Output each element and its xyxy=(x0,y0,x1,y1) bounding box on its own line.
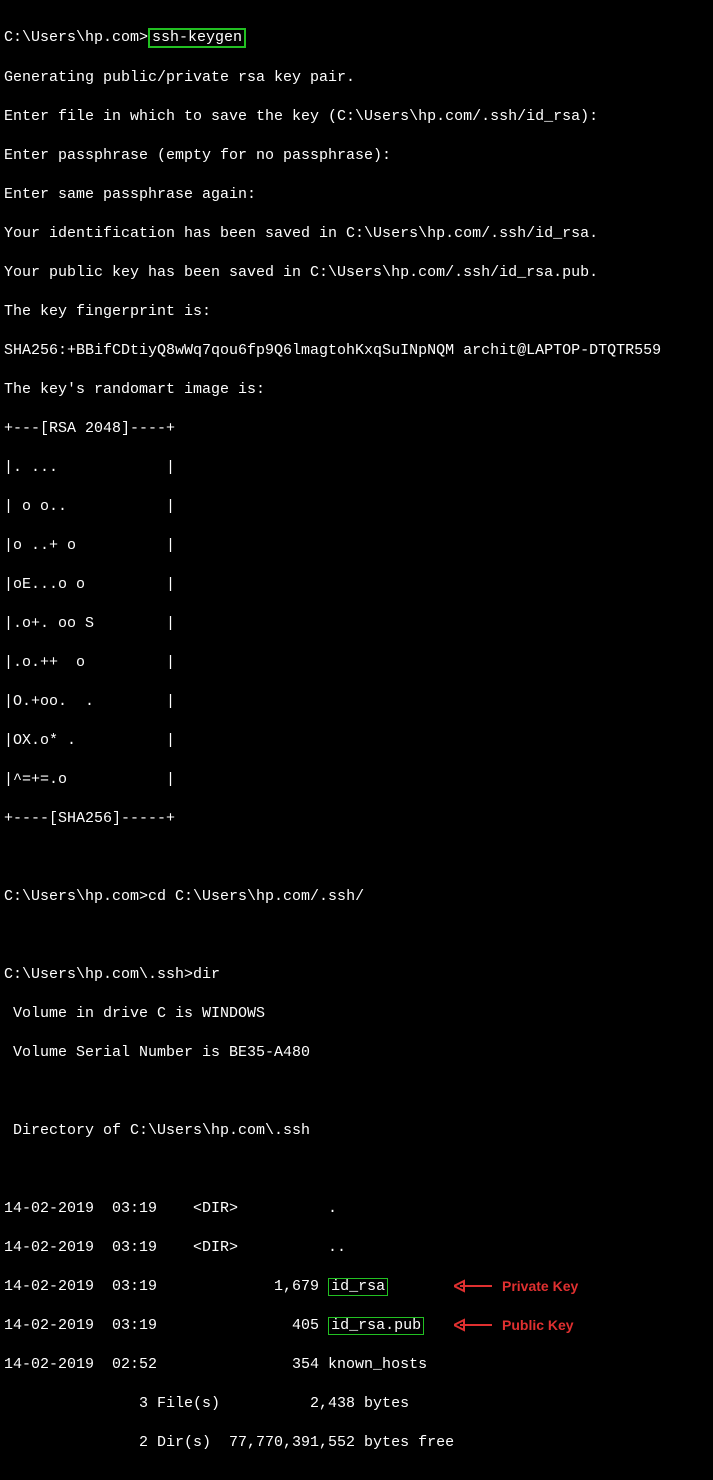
dir-row-public-key: 14-02-2019 03:19 405 id_rsa.pub Public Ke… xyxy=(4,1316,709,1336)
dir-output-line: Volume in drive C is WINDOWS xyxy=(4,1004,709,1024)
randomart-line: |^=+=.o | xyxy=(4,770,709,790)
randomart-line: |.o.++ o | xyxy=(4,653,709,673)
dir-row: 14-02-2019 02:52 354 known_hosts xyxy=(4,1355,709,1375)
randomart-line: |OX.o* . | xyxy=(4,731,709,751)
output-line: Enter same passphrase again: xyxy=(4,185,709,205)
command-ssh-keygen: ssh-keygen xyxy=(148,28,246,49)
command-dir: dir xyxy=(193,966,220,983)
dir-row: 14-02-2019 03:19 <DIR> .. xyxy=(4,1238,709,1258)
terminal-output: C:\Users\hp.com>ssh-keygen Generating pu… xyxy=(0,0,713,1480)
output-line: Your identification has been saved in C:… xyxy=(4,224,709,244)
annotation-public-key: Public Key xyxy=(454,1316,574,1334)
output-line: Enter passphrase (empty for no passphras… xyxy=(4,146,709,166)
randomart-line: | o o.. | xyxy=(4,497,709,517)
dir-row-prefix: 14-02-2019 03:19 1,679 xyxy=(4,1278,328,1295)
randomart-line: |O.+oo. . | xyxy=(4,692,709,712)
file-id-rsa: id_rsa xyxy=(328,1278,388,1297)
dir-summary-line: 3 File(s) 2,438 bytes xyxy=(4,1394,709,1414)
output-line: The key fingerprint is: xyxy=(4,302,709,322)
prompt: C:\Users\hp.com> xyxy=(4,888,148,905)
output-line: SHA256:+BBifCDtiyQ8wWq7qou6fp9Q6lmagtohK… xyxy=(4,341,709,361)
output-line: Your public key has been saved in C:\Use… xyxy=(4,263,709,283)
randomart-line: +----[SHA256]-----+ xyxy=(4,809,709,829)
arrow-left-icon xyxy=(454,1279,492,1293)
dir-output-line: Volume Serial Number is BE35-A480 xyxy=(4,1043,709,1063)
dir-row-prefix: 14-02-2019 03:19 405 xyxy=(4,1317,328,1334)
label-public-key: Public Key xyxy=(502,1316,574,1334)
dir-output-line: Directory of C:\Users\hp.com\.ssh xyxy=(4,1121,709,1141)
annotation-private-key: Private Key xyxy=(454,1277,578,1295)
prompt: C:\Users\hp.com\.ssh> xyxy=(4,966,193,983)
arrow-left-icon xyxy=(454,1318,492,1332)
output-line: The key's randomart image is: xyxy=(4,380,709,400)
randomart-line: +---[RSA 2048]----+ xyxy=(4,419,709,439)
dir-row-private-key: 14-02-2019 03:19 1,679 id_rsa Private Key xyxy=(4,1277,709,1297)
file-id-rsa-pub: id_rsa.pub xyxy=(328,1317,424,1336)
randomart-line: |. ... | xyxy=(4,458,709,478)
dir-row: 14-02-2019 03:19 <DIR> . xyxy=(4,1199,709,1219)
output-line: Enter file in which to save the key (C:\… xyxy=(4,107,709,127)
randomart-line: |.o+. oo S | xyxy=(4,614,709,634)
randomart-line: |oE...o o | xyxy=(4,575,709,595)
dir-summary-line: 2 Dir(s) 77,770,391,552 bytes free xyxy=(4,1433,709,1453)
output-line: Generating public/private rsa key pair. xyxy=(4,68,709,88)
randomart-line: |o ..+ o | xyxy=(4,536,709,556)
label-private-key: Private Key xyxy=(502,1277,578,1295)
prompt: C:\Users\hp.com> xyxy=(4,29,148,46)
command-cd: cd C:\Users\hp.com/.ssh/ xyxy=(148,888,364,905)
